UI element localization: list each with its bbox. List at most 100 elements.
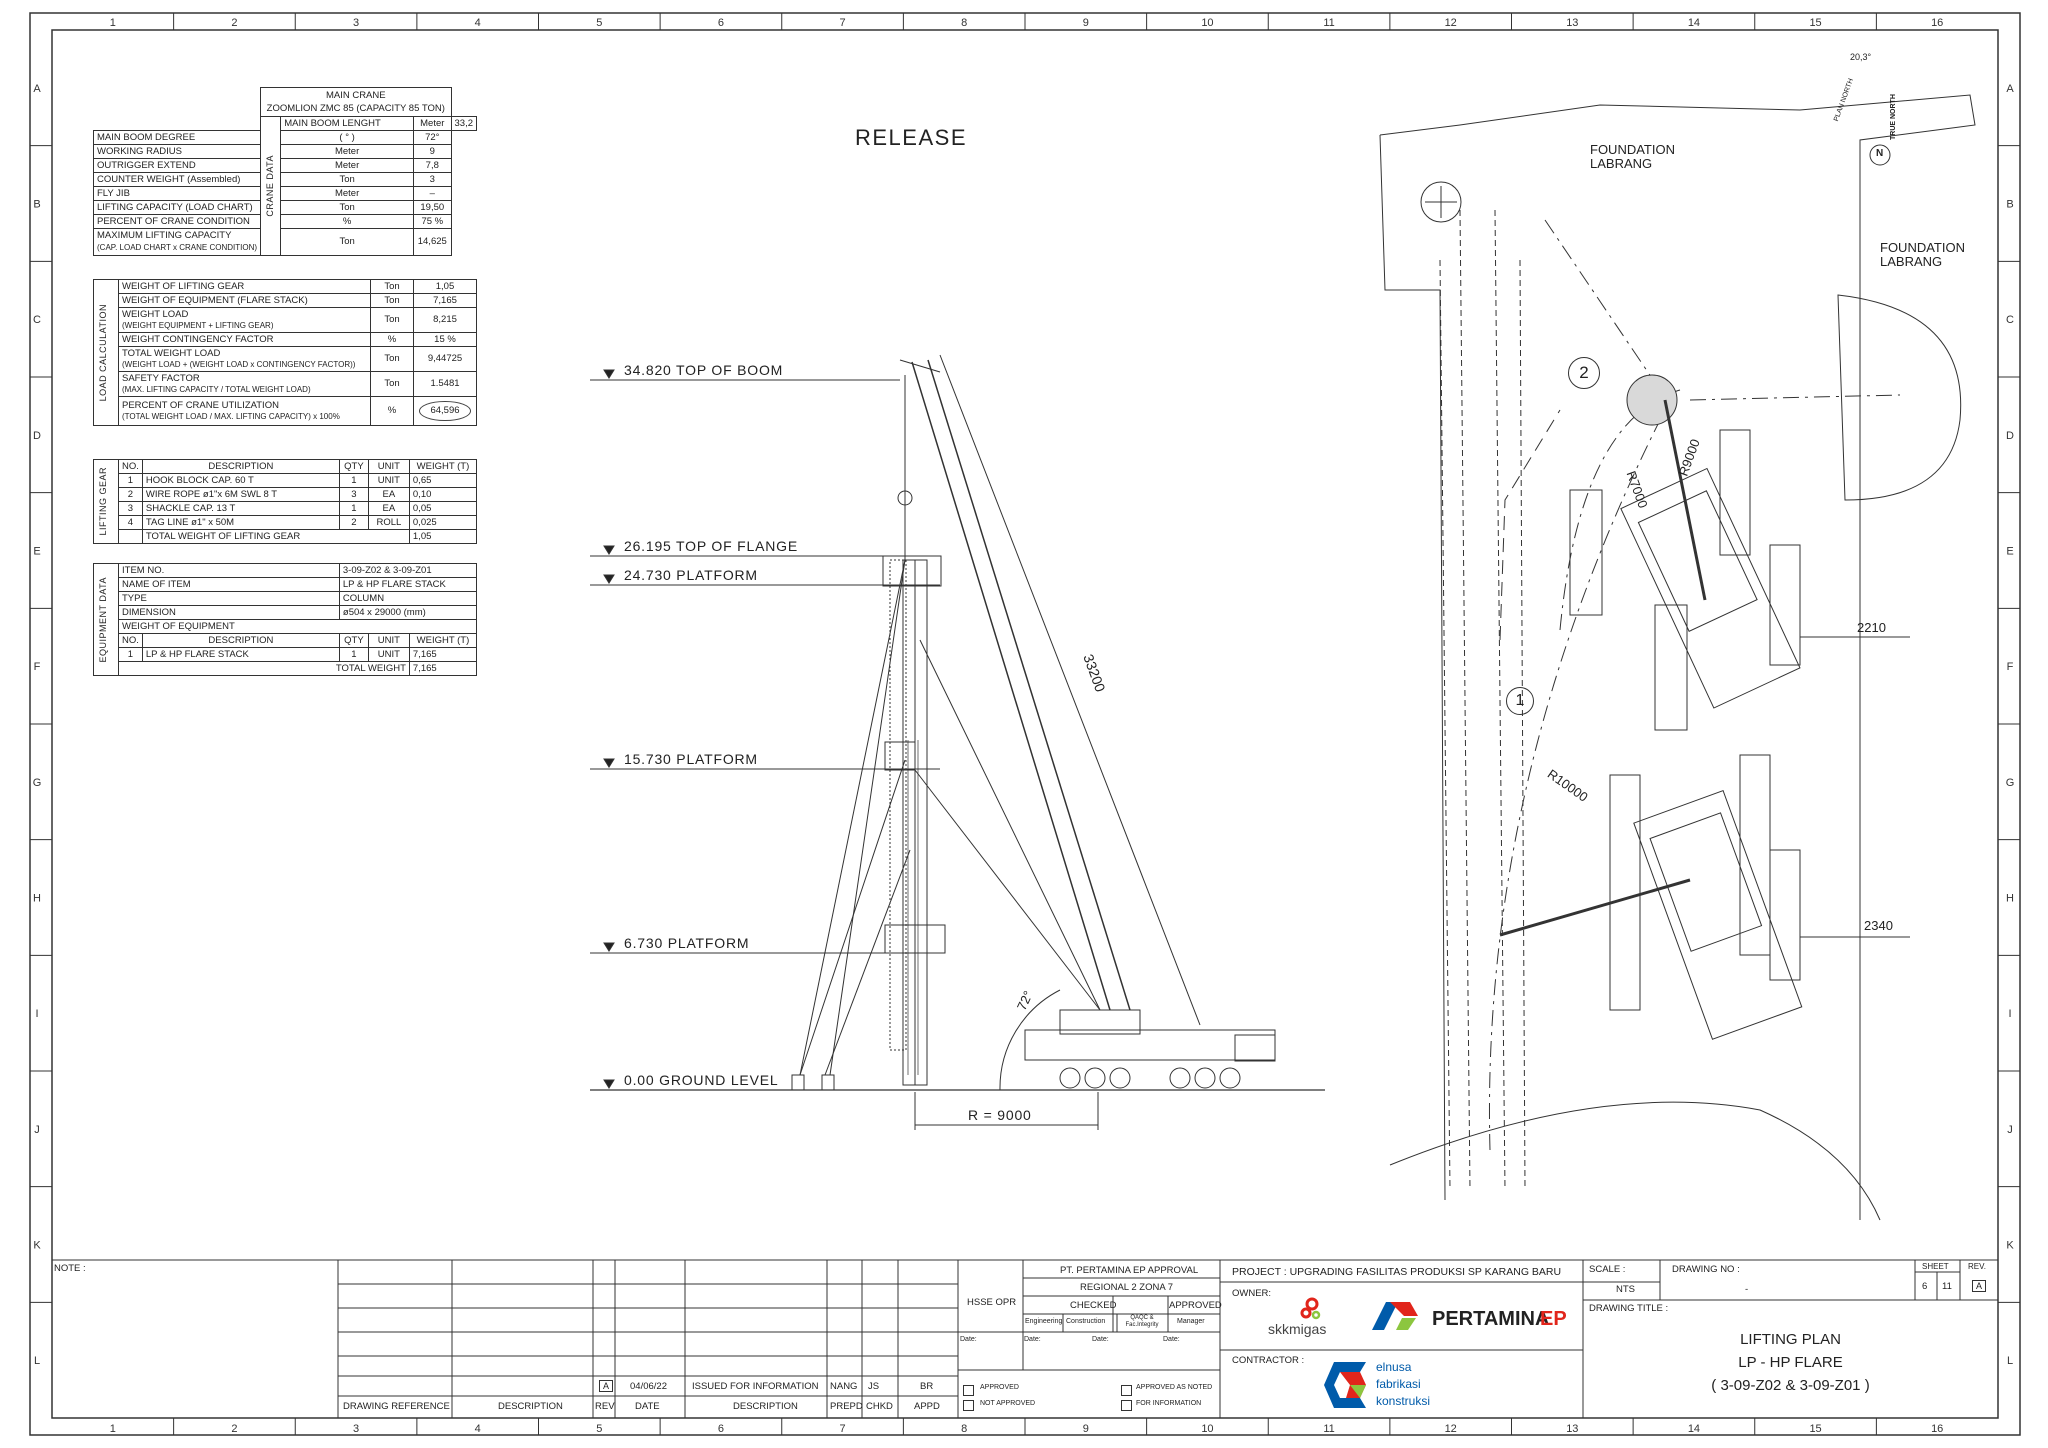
grid-row-label: L	[34, 1355, 40, 1367]
eq-header-weight: WEIGHT (T)	[408, 633, 478, 648]
lg-desc: WIRE ROPE ø1"x 6M SWL 8 T	[141, 487, 340, 502]
load-row-value: 7,165	[413, 293, 477, 308]
grid-row-label: E	[2006, 546, 2013, 558]
grid-row-label: H	[2006, 893, 2014, 905]
pertamina-ep-text: EP	[1540, 1308, 1567, 1330]
lg-no: 2	[118, 487, 143, 502]
eq-value: LP & HP FLARE STACK	[338, 577, 478, 592]
qaqc-label: QAQC & Fac.Integrity	[1125, 1315, 1159, 1328]
checkbox-approved-noted[interactable]	[1121, 1385, 1132, 1396]
grid-col-label: 6	[718, 1423, 724, 1435]
date-field-2: Date:	[1024, 1336, 1041, 1343]
eq-header-unit: UNIT	[367, 633, 410, 648]
crane-row-unit: ( ° )	[280, 130, 415, 145]
hsse-label: HSSE OPR	[967, 1297, 1017, 1308]
lg-desc: SHACKLE CAP. 13 T	[141, 501, 340, 516]
true-north-label: TRUE NORTH	[1890, 94, 1897, 140]
grid-col-label: 4	[475, 17, 481, 29]
grid-row-label: F	[2007, 661, 2014, 673]
utilization-value: 64,596	[419, 401, 471, 421]
approved-label: APPROVED	[1169, 1300, 1222, 1311]
crane-data-table: MAIN CRANE ZOOMLION ZMC 85 (CAPACITY 85 T…	[92, 87, 477, 256]
crane-row-unit: Ton	[280, 200, 415, 215]
rev-appd: BR	[920, 1381, 934, 1392]
drawing-title-2: LP - HP FLARE	[1738, 1354, 1843, 1371]
crane-row-unit: Meter	[280, 186, 415, 201]
eq-label: ITEM NO.	[118, 563, 340, 578]
grid-col-label: 9	[1083, 1423, 1089, 1435]
crane-row-desc: OUTRIGGER EXTEND	[92, 158, 262, 173]
lg-unit: EA	[367, 487, 410, 502]
owner-label: OWNER:	[1232, 1288, 1272, 1299]
max-capacity-unit: Ton	[280, 228, 415, 256]
load-row-unit: %	[370, 396, 414, 426]
grid-col-label: 14	[1688, 17, 1700, 29]
checkbox-approved[interactable]	[963, 1385, 974, 1396]
position-marker-1: 1	[1506, 687, 1534, 715]
rev-date: 04/06/22	[630, 1381, 667, 1392]
grid-row-label: K	[33, 1240, 41, 1252]
crane-row-desc: MAIN BOOM DEGREE	[92, 130, 262, 145]
rev-description: ISSUED FOR INFORMATION	[692, 1381, 819, 1392]
lg-header-no: NO.	[118, 459, 143, 474]
level-ground: 0.00 GROUND LEVEL	[624, 1072, 779, 1088]
load-row-value: 15 %	[413, 332, 477, 347]
crane-row-unit: %	[280, 214, 415, 229]
approval-title: PT. PERTAMINA EP APPROVAL	[1060, 1265, 1199, 1276]
eq-label: NAME OF ITEM	[118, 577, 340, 592]
max-capacity-desc: MAXIMUM LIFTING CAPACITY	[97, 230, 232, 241]
crane-row-desc: COUNTER WEIGHT (Assembled)	[92, 172, 262, 187]
grid-row-label: J	[34, 1124, 40, 1136]
date-header: DATE	[635, 1401, 660, 1412]
description-header-2: DESCRIPTION	[733, 1401, 798, 1412]
grid-row-label: A	[2006, 83, 2014, 95]
prepd-header: PREPD	[830, 1401, 863, 1412]
grid-col-label: 15	[1809, 17, 1821, 29]
eq-header-desc: DESCRIPTION	[141, 633, 340, 648]
checkbox-approved-noted-label: APPROVED AS NOTED	[1136, 1384, 1213, 1391]
sheet-label: SHEET	[1922, 1262, 1949, 1271]
lg-no: 4	[118, 515, 143, 530]
elnusa-text-2: fabrikasi	[1376, 1377, 1421, 1391]
foundation-label-2: FOUNDATION LABRANG	[1880, 241, 1965, 269]
pertamina-logo: PERTAMINA EP	[1370, 1296, 1575, 1336]
crane-row-desc: WORKING RADIUS	[92, 144, 262, 159]
load-calc-table: LOAD CALCULATION WEIGHT OF LIFTING GEAR T…	[93, 279, 477, 426]
grid-col-label: 14	[1688, 1423, 1700, 1435]
eq-value: 3-09-Z02 & 3-09-Z01	[338, 563, 478, 578]
foundation-1-line2: LABRANG	[1590, 156, 1653, 171]
load-row-sub: (MAX. LIFTING CAPACITY / TOTAL WEIGHT LO…	[122, 385, 311, 394]
engineering-label: Engineering	[1025, 1318, 1063, 1325]
checkbox-not-approved[interactable]	[963, 1400, 974, 1411]
contractor-label: CONTRACTOR :	[1232, 1355, 1305, 1366]
checkbox-approved-label: APPROVED	[980, 1384, 1019, 1391]
rev-mark: A	[599, 1380, 614, 1392]
project-label: PROJECT : UPGRADING FASILITAS PRODUKSI S…	[1232, 1266, 1562, 1278]
drawing-no-value: -	[1745, 1284, 1749, 1295]
lg-header-desc: DESCRIPTION	[141, 459, 340, 474]
load-calc-section: LOAD CALCULATION	[98, 303, 108, 402]
grid-row-label: C	[33, 314, 41, 326]
drawing-reference-header: DRAWING REFERENCE	[343, 1401, 450, 1412]
crane-row-desc: FLY JIB	[92, 186, 262, 201]
grid-row-label: B	[2006, 199, 2013, 211]
drawing-no-label: DRAWING NO :	[1672, 1264, 1740, 1275]
checkbox-not-approved-label: NOT APPROVED	[980, 1400, 1036, 1407]
level-top-of-boom: 34.820 TOP OF BOOM	[624, 362, 784, 378]
lg-unit: UNIT	[367, 473, 410, 488]
crane-row-value: 3	[413, 172, 452, 187]
lg-weight: 0,10	[408, 487, 478, 502]
crane-row-value: 7,8	[413, 158, 452, 173]
dim-2210-label: 2210	[1857, 620, 1886, 635]
eq-total: 7,165	[408, 661, 478, 676]
crane-row-desc: PERCENT OF CRANE CONDITION	[92, 214, 262, 229]
load-row-desc: WEIGHT CONTINGENCY FACTOR	[122, 333, 274, 345]
grid-row-label: D	[2006, 430, 2014, 442]
note-label: NOTE :	[54, 1263, 86, 1274]
checkbox-for-info[interactable]	[1121, 1400, 1132, 1411]
sheet-number: 6	[1922, 1281, 1928, 1292]
equipment-data-section: EQUIPMENT DATA	[98, 576, 108, 663]
grid-col-label: 13	[1566, 1423, 1578, 1435]
load-row-unit: Ton	[370, 279, 414, 294]
pertamina-logo-icon	[1372, 1302, 1418, 1330]
